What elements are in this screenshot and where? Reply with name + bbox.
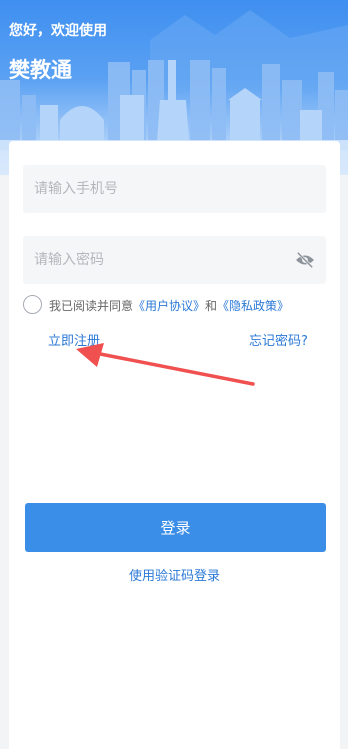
forgot-password-link[interactable]: 忘记密码? (249, 330, 308, 349)
privacy-policy-link[interactable]: 《隐私政策》 (217, 299, 289, 313)
login-card: 我已阅读并同意《用户协议》和《隐私政策》 立即注册 忘记密码? 登录 使用验证码… (9, 141, 340, 749)
greeting-text: 您好，欢迎使用 (9, 23, 107, 39)
agreement-text: 我已阅读并同意《用户协议》和《隐私政策》 (49, 297, 289, 314)
app-name-title: 樊教通 (9, 58, 72, 82)
register-link[interactable]: 立即注册 (48, 330, 100, 349)
agreement-prefix: 我已阅读并同意 (49, 299, 134, 313)
eye-off-icon[interactable] (294, 251, 316, 269)
login-button[interactable]: 登录 (25, 503, 326, 552)
phone-input[interactable] (23, 165, 326, 213)
agreement-conjunction: 和 (205, 299, 218, 313)
code-login-link[interactable]: 使用验证码登录 (9, 565, 340, 584)
password-input[interactable] (23, 236, 326, 284)
user-agreement-link[interactable]: 《用户协议》 (133, 299, 205, 313)
agreement-checkbox[interactable] (23, 295, 42, 314)
